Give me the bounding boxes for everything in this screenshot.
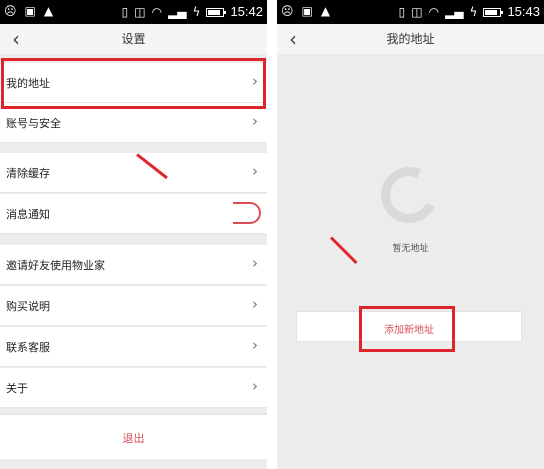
settings-item-label: 消息通知 [6,208,50,221]
no-sim-icon: ▯ [121,5,129,19]
page-title: 设置 [121,32,146,46]
divider [267,0,277,469]
address-screen: ☹ ▣ ▲ ▯ ◫ ◠ ▂▄ ϟ 15:43 ‹ 我的地址 暂无地址 添加新地址 [277,0,544,469]
warning-icon: ▲ [43,4,54,18]
face-icon: ☹ [4,4,17,18]
charging-icon: ϟ [469,5,478,19]
empty-state-icon [373,159,445,231]
logout-label: 退出 [122,432,145,445]
settings-item-contact-support[interactable]: 联系客服 › [0,327,267,367]
title-bar: ‹ 设置 [0,24,267,54]
no-sim-icon: ▯ [398,5,406,19]
settings-item-notifications[interactable]: 消息通知 [0,194,267,234]
wifi-icon: ◠ [151,5,163,19]
signal-icon: ▂▄ [168,5,187,19]
chevron-right-icon: › [252,254,258,272]
logout-button[interactable]: 退出 [0,414,267,459]
settings-item-about[interactable]: 关于 › [0,368,267,408]
image-icon: ▣ [301,4,313,18]
settings-item-label: 账号与安全 [6,117,61,130]
highlight-box [359,306,455,352]
status-bar: ☹ ▣ ▲ ▯ ◫ ◠ ▂▄ ϟ 15:43 [277,0,544,24]
chevron-right-icon: › [252,162,258,180]
charging-icon: ϟ [192,5,201,19]
notification-toggle[interactable] [233,202,261,224]
settings-item-purchase-info[interactable]: 购买说明 › [0,286,267,326]
mute-icon: ◫ [411,5,423,19]
chevron-right-icon: › [252,295,258,313]
title-bar: ‹ 我的地址 [277,24,544,54]
battery-icon [206,7,227,17]
settings-item-label: 邀请好友使用物业家 [6,259,105,272]
settings-item-label: 清除缓存 [6,167,50,180]
settings-item-account-security[interactable]: 账号与安全 › [0,103,267,143]
chevron-right-icon: › [252,112,258,130]
status-bar: ☹ ▣ ▲ ▯ ◫ ◠ ▂▄ ϟ 15:42 [0,0,267,24]
settings-item-invite-friends[interactable]: 邀请好友使用物业家 › [0,245,267,285]
battery-icon [483,7,504,17]
image-icon: ▣ [24,4,36,18]
settings-item-label: 购买说明 [6,300,50,313]
wifi-icon: ◠ [428,5,440,19]
settings-item-label: 关于 [6,382,28,395]
mute-icon: ◫ [134,5,146,19]
page-title: 我的地址 [386,32,435,46]
status-time: 15:43 [507,4,540,19]
highlight-box [1,58,266,109]
chevron-right-icon: › [252,377,258,395]
signal-icon: ▂▄ [445,5,464,19]
warning-icon: ▲ [320,4,331,18]
settings-item-clear-cache[interactable]: 清除缓存 › [0,153,267,193]
face-icon: ☹ [281,4,294,18]
empty-state-text: 暂无地址 [392,244,429,254]
settings-screen: ☹ ▣ ▲ ▯ ◫ ◠ ▂▄ ϟ 15:42 ‹ 设置 我的地址 › 账号与安全… [0,0,267,469]
status-time: 15:42 [230,4,263,19]
settings-item-label: 联系客服 [6,341,50,354]
chevron-right-icon: › [252,336,258,354]
